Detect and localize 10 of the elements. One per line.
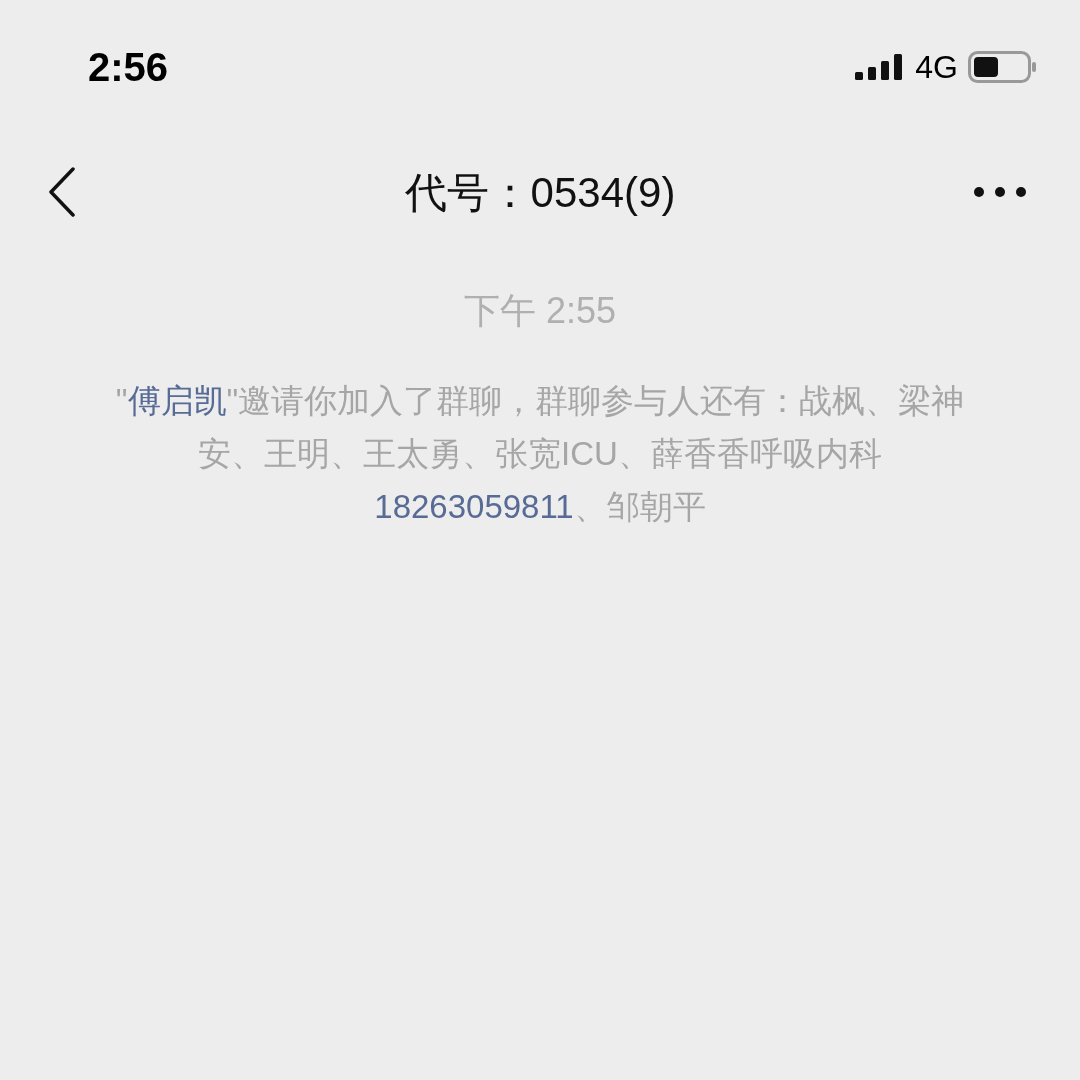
message-link[interactable]: 傅启凯 bbox=[127, 382, 227, 419]
network-label: 4G bbox=[915, 48, 958, 87]
chat-title: 代号：0534(9) bbox=[404, 167, 676, 218]
system-message: "傅启凯"邀请你加入了群聊，群聊参与人还有：战枫、梁神安、王明、王太勇、张宽ICU、薛香香呼吸内科 18263059811、邹朝平 bbox=[114, 381, 966, 527]
status-time: 2:56 bbox=[88, 44, 169, 91]
message-link[interactable]: 18263059811 bbox=[374, 488, 574, 525]
back-icon[interactable] bbox=[48, 167, 76, 217]
more-icon[interactable] bbox=[974, 187, 1026, 197]
battery-icon bbox=[968, 51, 1038, 83]
message-timestamp: 下午 2:55 bbox=[463, 289, 617, 333]
